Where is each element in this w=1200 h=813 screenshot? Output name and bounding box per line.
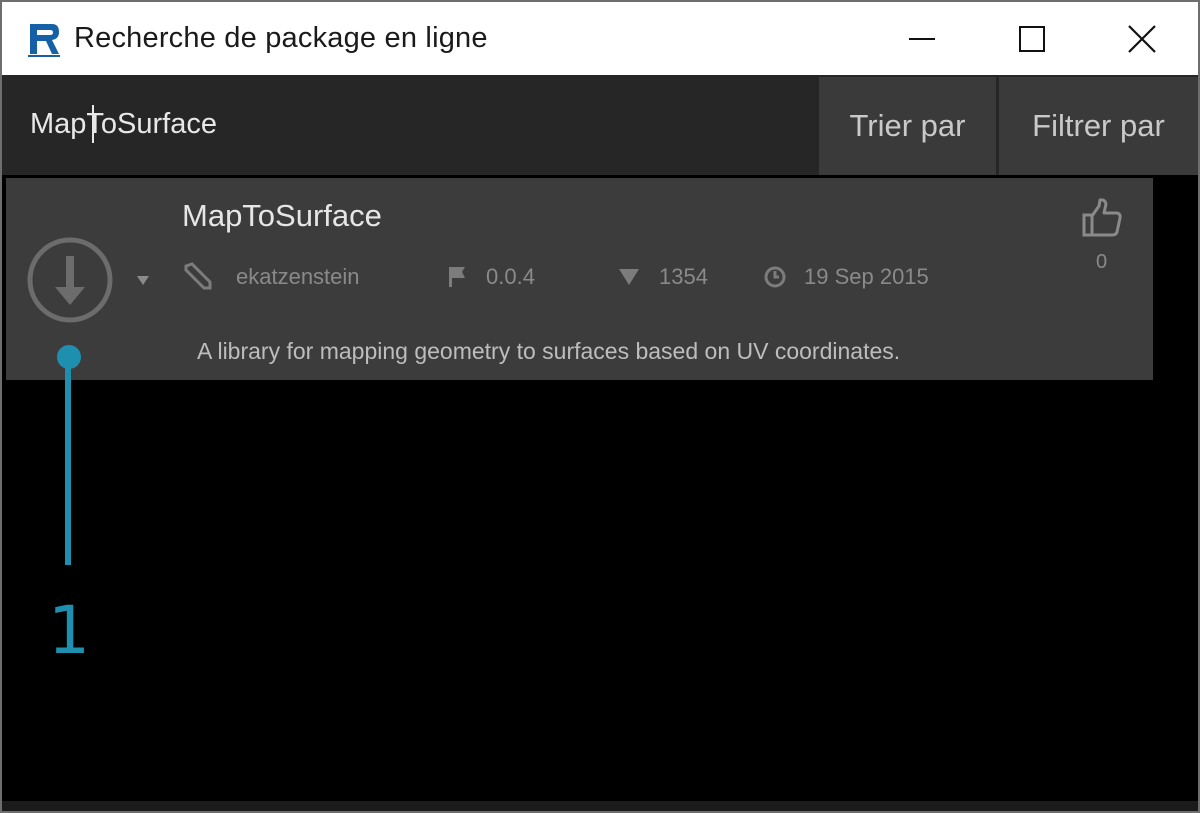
search-bar: Trier par Filtrer par [2,75,1198,175]
vote-count: 0 [1096,251,1108,273]
package-date: 19 Sep 2015 [804,264,929,289]
minimize-icon [909,37,935,40]
maximize-icon [1019,25,1045,52]
title-bar: Recherche de package en ligne [2,2,1198,75]
package-downloads: 1354 [659,264,708,289]
maximize-button[interactable] [982,2,1082,75]
filter-button[interactable]: Filtrer par [999,77,1198,175]
search-input[interactable] [30,101,590,147]
package-version: 0.0.4 [486,264,535,289]
package-search-window: Recherche de package en ligne Trier par … [2,2,1198,811]
package-author[interactable]: ekatzenstein [236,264,360,290]
downloads-triangle-icon [619,269,639,285]
minimize-button[interactable] [872,2,972,75]
text-caret [92,105,94,143]
clock-icon [764,266,786,288]
window-bottom-edge [2,801,1198,811]
callout-leader-line [65,357,71,565]
close-button[interactable] [1092,2,1192,75]
download-arrow-icon[interactable] [27,237,113,323]
package-name[interactable]: MapToSurface [182,198,382,234]
callout-number: 1 [48,592,90,669]
sort-button[interactable]: Trier par [819,77,996,175]
package-description: A library for mapping geometry to surfac… [197,338,901,364]
revit-logo-icon [28,24,60,57]
thumbs-up-icon[interactable] [1081,198,1123,238]
dropdown-caret-icon[interactable] [136,274,150,286]
pencil-icon [184,262,212,290]
flag-icon [449,267,465,287]
package-list-item[interactable]: MapToSurface ekatzenstein 0.0.4 1354 19 … [6,178,1153,380]
close-icon [1128,24,1156,53]
window-title: Recherche de package en ligne [74,22,488,54]
